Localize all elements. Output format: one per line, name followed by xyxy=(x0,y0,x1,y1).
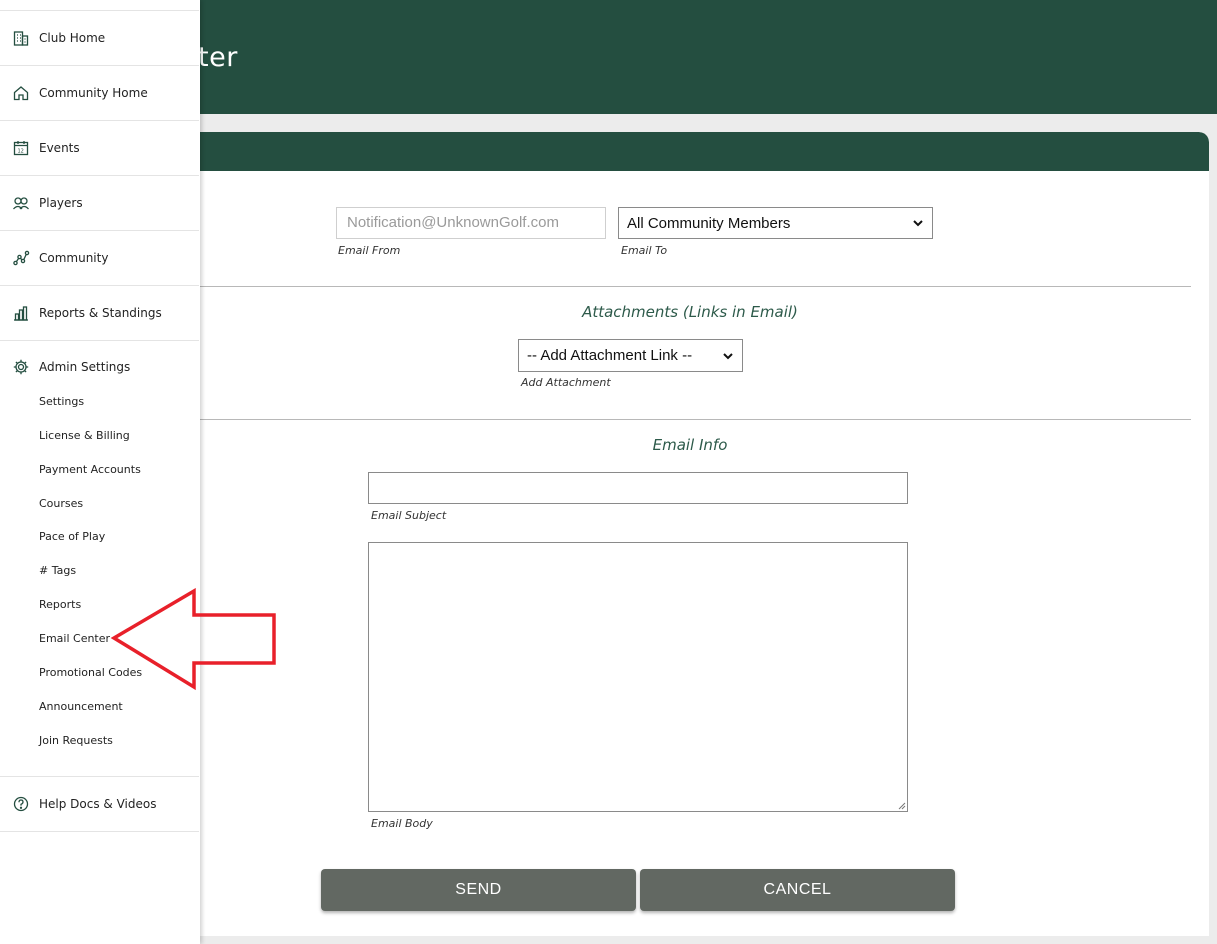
network-icon xyxy=(12,249,30,267)
chevron-down-icon xyxy=(723,352,733,359)
email-subject-input[interactable] xyxy=(368,472,908,504)
sidebar: Club Home Community Home 12 Events Playe… xyxy=(0,0,200,944)
sidebar-subitem-pace-of-play[interactable]: Pace of Play xyxy=(39,530,105,543)
sidebar-item-label: Club Home xyxy=(39,31,106,45)
card-header xyxy=(190,132,1209,171)
sidebar-subitem-announcement[interactable]: Announcement xyxy=(39,700,123,713)
add-attachment-select[interactable]: -- Add Attachment Link -- xyxy=(518,339,743,372)
cancel-button[interactable]: CANCEL xyxy=(640,869,955,911)
sidebar-item-players[interactable]: Players xyxy=(0,176,199,231)
chevron-down-icon xyxy=(913,220,923,227)
svg-text:12: 12 xyxy=(18,149,24,155)
home-icon xyxy=(12,84,30,102)
sidebar-item-label: Players xyxy=(39,196,83,210)
add-attachment-value: -- Add Attachment Link -- xyxy=(527,347,693,364)
sidebar-item-club-home[interactable]: Club Home xyxy=(0,11,199,66)
email-center-card: Notification@UnknownGolf.com Email From … xyxy=(190,132,1209,936)
sidebar-item-reports-standings[interactable]: Reports & Standings xyxy=(0,286,199,341)
page-title: ter xyxy=(198,42,238,73)
sidebar-subitem-courses[interactable]: Courses xyxy=(39,497,83,510)
sidebar-item-label: Community xyxy=(39,251,109,265)
help-circle-icon xyxy=(12,795,30,813)
sidebar-item-admin-settings[interactable]: Admin Settings xyxy=(0,354,199,380)
sidebar-item-label: Community Home xyxy=(39,86,148,100)
email-to-label: Email To xyxy=(621,244,668,257)
calendar-icon: 12 xyxy=(12,139,30,157)
sidebar-item-community[interactable]: Community xyxy=(0,231,199,286)
sidebar-item-label: Help Docs & Videos xyxy=(39,797,157,811)
email-from-label: Email From xyxy=(338,244,401,257)
sidebar-subitem-join-requests[interactable]: Join Requests xyxy=(39,734,113,747)
email-to-value: All Community Members xyxy=(627,214,791,232)
sidebar-subitem-license-billing[interactable]: License & Billing xyxy=(39,429,130,442)
send-button[interactable]: SEND xyxy=(321,869,636,911)
email-body-textarea[interactable] xyxy=(368,542,908,812)
add-attachment-label: Add Attachment xyxy=(521,376,611,389)
sidebar-subitem-payment-accounts[interactable]: Payment Accounts xyxy=(39,463,141,476)
email-info-title: Email Info xyxy=(652,436,728,454)
sidebar-item-label: Admin Settings xyxy=(39,360,131,374)
sidebar-item-label: Reports & Standings xyxy=(39,306,162,320)
resize-handle-icon[interactable] xyxy=(897,801,906,810)
players-icon xyxy=(12,194,30,212)
attachments-title: Attachments (Links in Email) xyxy=(582,303,798,321)
building-icon xyxy=(12,29,30,47)
annotation-arrow-icon xyxy=(110,588,276,691)
sidebar-subitem-email-center[interactable]: Email Center xyxy=(39,632,110,645)
sidebar-item-help-docs[interactable]: Help Docs & Videos xyxy=(0,777,199,832)
email-to-select[interactable]: All Community Members xyxy=(618,207,933,239)
sidebar-item-events[interactable]: 12 Events xyxy=(0,121,199,176)
bar-chart-icon xyxy=(12,304,30,322)
sidebar-subitem-settings[interactable]: Settings xyxy=(39,395,84,408)
email-subject-label: Email Subject xyxy=(371,509,447,522)
sidebar-item-label: Events xyxy=(39,141,80,155)
sidebar-item-community-home[interactable]: Community Home xyxy=(0,66,199,121)
sidebar-subitem-tags[interactable]: # Tags xyxy=(39,564,76,577)
gear-icon xyxy=(12,358,30,376)
sidebar-subitem-reports[interactable]: Reports xyxy=(39,598,81,611)
divider xyxy=(200,419,1191,420)
divider xyxy=(200,286,1191,287)
email-from-field[interactable]: Notification@UnknownGolf.com xyxy=(336,207,606,239)
email-body-label: Email Body xyxy=(371,817,433,830)
